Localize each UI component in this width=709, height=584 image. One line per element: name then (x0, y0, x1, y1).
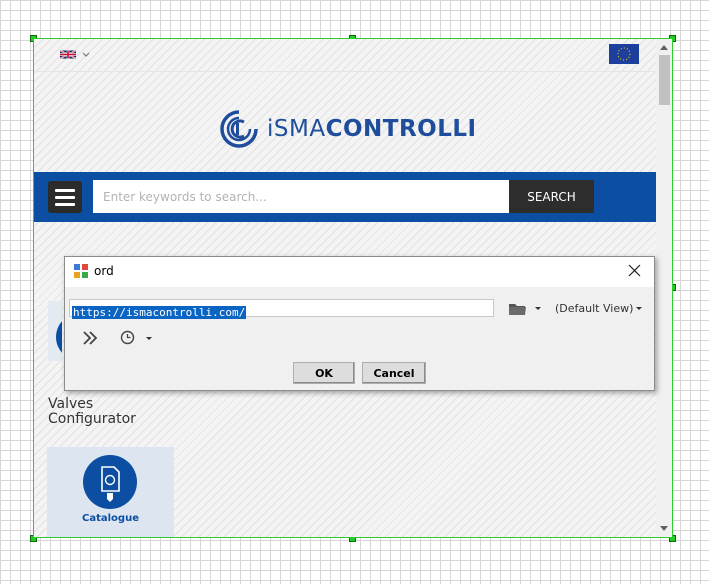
niagara-app-icon (74, 264, 88, 278)
language-selector[interactable] (60, 49, 90, 60)
vertical-scrollbar[interactable] (656, 39, 672, 537)
ord-url-field[interactable]: https://ismacontrolli.com/ (69, 299, 494, 319)
logo-mark-icon (220, 110, 258, 148)
search-bar: SEARCH (34, 172, 656, 222)
ismacontrolli-logo[interactable]: iSMACONTROLLI (217, 107, 477, 151)
logo-prefix: iSMA (267, 116, 326, 142)
catalogue-label: Catalogue (82, 513, 139, 524)
ord-url-value[interactable]: https://ismacontrolli.com/ (72, 306, 247, 319)
logo-suffix: CONTROLLI (325, 116, 477, 142)
hamburger-menu-icon[interactable] (48, 181, 82, 213)
catalogue-tile[interactable]: Catalogue (47, 447, 174, 537)
view-selector[interactable]: (Default View) (555, 302, 633, 315)
logo-wordmark: iSMACONTROLLI (267, 116, 477, 142)
eu-flag-icon[interactable] (609, 44, 639, 64)
valves-configurator-link[interactable]: Valves Configurator (48, 397, 136, 427)
search-button[interactable]: SEARCH (509, 180, 594, 213)
folder-dropdown-caret-icon[interactable] (535, 307, 541, 310)
ord-dialog: ord https://ismacontrolli.com/ (Default … (64, 256, 655, 391)
catalogue-icon (83, 455, 137, 509)
view-dropdown-caret-icon[interactable] (636, 307, 642, 310)
uk-flag-icon (60, 49, 76, 60)
dialog-title-bar: ord (65, 257, 654, 287)
history-clock-icon[interactable] (120, 330, 135, 345)
scrollbar-thumb[interactable] (659, 55, 670, 105)
site-top-bar (34, 39, 656, 72)
dialog-title: ord (94, 264, 114, 278)
history-dropdown-caret-icon[interactable] (146, 337, 152, 340)
scroll-down-arrow-icon[interactable] (660, 526, 668, 531)
valves-configurator-icon[interactable] (48, 301, 62, 361)
valves-label-line2: Configurator (48, 411, 136, 427)
folder-icon[interactable] (509, 302, 526, 315)
scroll-up-arrow-icon[interactable] (660, 45, 668, 50)
search-input[interactable] (93, 180, 509, 213)
view-selector-label: (Default View) (555, 302, 634, 315)
chevron-down-icon (82, 52, 90, 57)
ok-button[interactable]: OK (293, 362, 355, 384)
close-icon[interactable] (628, 264, 641, 277)
cancel-button[interactable]: Cancel (362, 362, 426, 384)
valves-label-line1: Valves (48, 396, 94, 412)
double-chevron-right-icon[interactable] (82, 330, 98, 346)
